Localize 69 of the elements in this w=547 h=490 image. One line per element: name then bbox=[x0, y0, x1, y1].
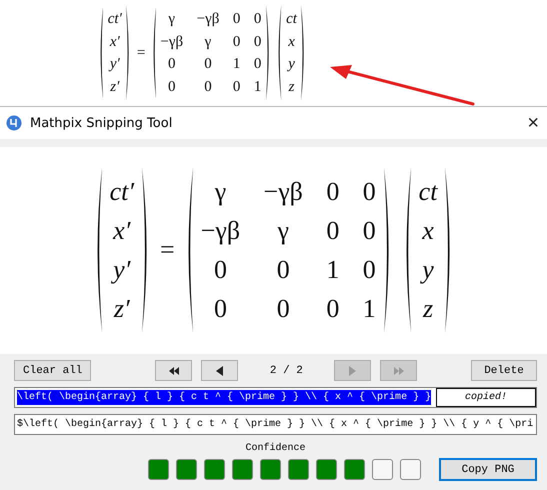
math-entry: 0 bbox=[362, 215, 376, 248]
left-triangle-icon bbox=[216, 366, 224, 376]
math-entry: 1 bbox=[232, 55, 240, 74]
math-entry: −γβ bbox=[160, 32, 184, 52]
math-entry: ct bbox=[286, 10, 297, 29]
math-entry: z′ bbox=[114, 293, 130, 326]
math-entry: 0 bbox=[214, 293, 227, 326]
math-entry: 0 bbox=[168, 55, 176, 74]
math-entry: 0 bbox=[362, 176, 376, 208]
math-entry: ct′ bbox=[108, 10, 122, 29]
math-entry: 0 bbox=[214, 254, 227, 286]
app-logo-icon bbox=[6, 115, 22, 131]
confidence-label: Confidence bbox=[245, 443, 306, 454]
math-entry: z′ bbox=[110, 78, 120, 96]
previous-button[interactable] bbox=[201, 360, 238, 381]
math-entry: γ bbox=[168, 10, 176, 29]
math-entry: 0 bbox=[232, 32, 240, 52]
math-entry: z bbox=[422, 293, 434, 326]
math-entry: 1 bbox=[362, 293, 376, 326]
math-entry: 0 bbox=[326, 293, 340, 326]
right-triangle-icon bbox=[349, 366, 356, 376]
math-entry: 0 bbox=[276, 254, 290, 286]
math-entry: 0 bbox=[362, 254, 376, 286]
equals-sign: = bbox=[160, 235, 175, 266]
math-entry: 0 bbox=[326, 176, 340, 208]
math-entry: 0 bbox=[168, 78, 176, 96]
math-entry: x bbox=[288, 32, 295, 52]
delete-button[interactable]: Delete bbox=[471, 360, 537, 381]
math-entry: ct′ bbox=[110, 176, 134, 208]
math-entry: γ bbox=[214, 176, 226, 208]
parenthesis-icon bbox=[266, 5, 272, 101]
double-right-icon bbox=[394, 366, 404, 374]
math-entry: x bbox=[422, 215, 434, 248]
math-entry: −γβ bbox=[200, 215, 240, 248]
math-entry: 0 bbox=[326, 215, 340, 248]
copy-png-button[interactable]: Copy PNG bbox=[439, 458, 537, 481]
first-button[interactable] bbox=[155, 360, 192, 381]
math-entry: 0 bbox=[204, 55, 212, 74]
window-title: Mathpix Snipping Tool bbox=[30, 116, 174, 130]
math-entry: 0 bbox=[232, 78, 240, 96]
math-entry: x′ bbox=[110, 32, 120, 52]
math-entry: 0 bbox=[276, 293, 290, 326]
math-entry: γ bbox=[204, 32, 212, 52]
math-entry: 1 bbox=[326, 254, 340, 286]
equals-sign: = bbox=[136, 44, 146, 62]
math-entry: 0 bbox=[254, 55, 262, 74]
math-entry: ct bbox=[418, 176, 438, 208]
math-entry: γ bbox=[277, 215, 289, 248]
copied-label: copied! bbox=[436, 388, 536, 407]
math-entry: −γβ bbox=[264, 176, 303, 208]
math-entry: y bbox=[422, 254, 434, 286]
math-entry: 0 bbox=[254, 10, 262, 29]
latex-output-field[interactable]: $\left( \begin{array} { l } { c t ^ { \prime } } \\ { x ^ { \prime } } \\ { y ^ { \pri bbox=[14, 414, 537, 435]
math-entry: z bbox=[288, 78, 294, 96]
math-entry: 0 bbox=[204, 78, 212, 96]
page-counter: 2 / 2 bbox=[268, 364, 304, 376]
latex-output-field[interactable]: \left( \begin{array} { l } { c t ^ { \prime } } \\ { x ^ { \prime } } copied! bbox=[14, 387, 537, 408]
math-entry: x′ bbox=[113, 215, 130, 248]
close-button[interactable]: × bbox=[525, 113, 541, 133]
arrow-icon bbox=[330, 62, 475, 106]
math-entry: y′ bbox=[110, 55, 120, 74]
math-entry: 1 bbox=[254, 78, 262, 96]
math-entry: 0 bbox=[232, 10, 240, 29]
math-entry: y′ bbox=[113, 254, 130, 286]
math-entry: y bbox=[288, 55, 295, 74]
math-entry: −γβ bbox=[196, 10, 220, 29]
clear-all-button[interactable]: Clear all bbox=[14, 360, 92, 381]
math-entry: 0 bbox=[254, 32, 262, 52]
double-left-icon bbox=[168, 366, 179, 374]
